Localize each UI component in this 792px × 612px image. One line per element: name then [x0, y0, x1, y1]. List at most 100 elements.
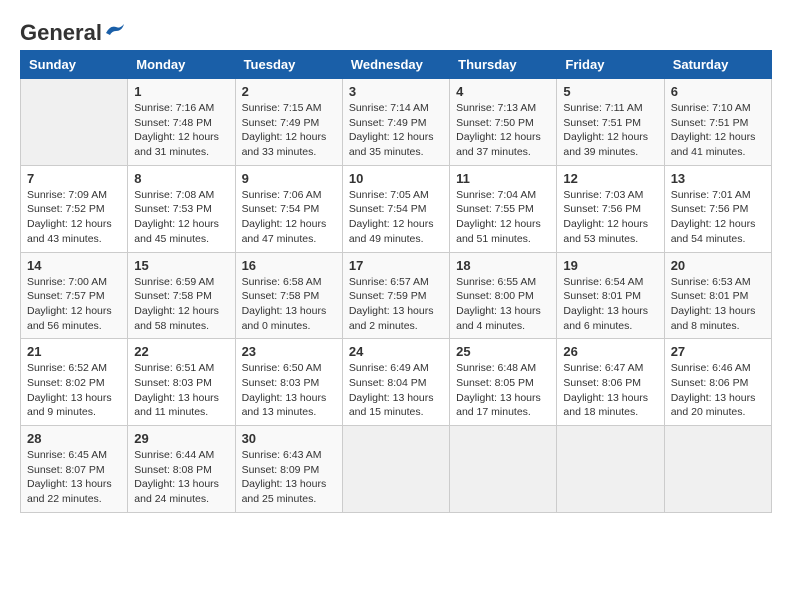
day-number: 17	[349, 258, 443, 273]
day-number: 22	[134, 344, 228, 359]
day-info: Sunrise: 7:05 AM Sunset: 7:54 PM Dayligh…	[349, 188, 443, 247]
calendar-cell: 9 Sunrise: 7:06 AM Sunset: 7:54 PM Daylig…	[235, 165, 342, 252]
day-info: Sunrise: 6:51 AM Sunset: 8:03 PM Dayligh…	[134, 361, 228, 420]
calendar-cell: 1 Sunrise: 7:16 AM Sunset: 7:48 PM Daylig…	[128, 79, 235, 166]
day-number: 4	[456, 84, 550, 99]
day-number: 29	[134, 431, 228, 446]
day-info: Sunrise: 7:03 AM Sunset: 7:56 PM Dayligh…	[563, 188, 657, 247]
day-info: Sunrise: 6:49 AM Sunset: 8:04 PM Dayligh…	[349, 361, 443, 420]
calendar-cell: 7 Sunrise: 7:09 AM Sunset: 7:52 PM Daylig…	[21, 165, 128, 252]
weekday-header-monday: Monday	[128, 51, 235, 79]
day-number: 8	[134, 171, 228, 186]
calendar-cell: 5Sunrise: 7:11 AM Sunset: 7:51 PM Daylig…	[557, 79, 664, 166]
calendar-cell: 11 Sunrise: 7:04 AM Sunset: 7:55 PM Dayli…	[450, 165, 557, 252]
calendar-cell: 20 Sunrise: 6:53 AM Sunset: 8:01 PM Dayli…	[664, 252, 771, 339]
day-info: Sunrise: 6:53 AM Sunset: 8:01 PM Dayligh…	[671, 275, 765, 334]
calendar-week-row: 1 Sunrise: 7:16 AM Sunset: 7:48 PM Daylig…	[21, 79, 772, 166]
day-number: 21	[27, 344, 121, 359]
day-info: Sunrise: 6:50 AM Sunset: 8:03 PM Dayligh…	[242, 361, 336, 420]
calendar-cell: 17 Sunrise: 6:57 AM Sunset: 7:59 PM Dayli…	[342, 252, 449, 339]
day-info: Sunrise: 6:46 AM Sunset: 8:06 PM Dayligh…	[671, 361, 765, 420]
day-info: Sunrise: 6:45 AM Sunset: 8:07 PM Dayligh…	[27, 448, 121, 507]
calendar-cell: 18Sunrise: 6:55 AM Sunset: 8:00 PM Dayli…	[450, 252, 557, 339]
day-number: 26	[563, 344, 657, 359]
day-info: Sunrise: 7:15 AM Sunset: 7:49 PM Dayligh…	[242, 101, 336, 160]
day-info: Sunrise: 7:14 AM Sunset: 7:49 PM Dayligh…	[349, 101, 443, 160]
calendar-cell: 26 Sunrise: 6:47 AM Sunset: 8:06 PM Dayli…	[557, 339, 664, 426]
day-info: Sunrise: 7:04 AM Sunset: 7:55 PM Dayligh…	[456, 188, 550, 247]
calendar-cell: 16 Sunrise: 6:58 AM Sunset: 7:58 PM Dayli…	[235, 252, 342, 339]
day-number: 3	[349, 84, 443, 99]
calendar-cell: 24 Sunrise: 6:49 AM Sunset: 8:04 PM Dayli…	[342, 339, 449, 426]
day-number: 14	[27, 258, 121, 273]
day-number: 2	[242, 84, 336, 99]
weekday-header-wednesday: Wednesday	[342, 51, 449, 79]
calendar-cell: 19Sunrise: 6:54 AM Sunset: 8:01 PM Dayli…	[557, 252, 664, 339]
day-info: Sunrise: 7:11 AM Sunset: 7:51 PM Dayligh…	[563, 101, 657, 160]
calendar-cell: 13 Sunrise: 7:01 AM Sunset: 7:56 PM Dayli…	[664, 165, 771, 252]
calendar-cell: 28Sunrise: 6:45 AM Sunset: 8:07 PM Dayli…	[21, 426, 128, 513]
day-number: 30	[242, 431, 336, 446]
day-info: Sunrise: 6:43 AM Sunset: 8:09 PM Dayligh…	[242, 448, 336, 507]
day-info: Sunrise: 6:48 AM Sunset: 8:05 PM Dayligh…	[456, 361, 550, 420]
calendar-cell: 22 Sunrise: 6:51 AM Sunset: 8:03 PM Dayli…	[128, 339, 235, 426]
day-number: 11	[456, 171, 550, 186]
day-info: Sunrise: 6:55 AM Sunset: 8:00 PM Dayligh…	[456, 275, 550, 334]
day-number: 16	[242, 258, 336, 273]
calendar-cell: 27Sunrise: 6:46 AM Sunset: 8:06 PM Dayli…	[664, 339, 771, 426]
day-info: Sunrise: 7:10 AM Sunset: 7:51 PM Dayligh…	[671, 101, 765, 160]
weekday-header-thursday: Thursday	[450, 51, 557, 79]
day-number: 6	[671, 84, 765, 99]
day-info: Sunrise: 7:16 AM Sunset: 7:48 PM Dayligh…	[134, 101, 228, 160]
day-info: Sunrise: 7:06 AM Sunset: 7:54 PM Dayligh…	[242, 188, 336, 247]
weekday-header-sunday: Sunday	[21, 51, 128, 79]
calendar-week-row: 21Sunrise: 6:52 AM Sunset: 8:02 PM Dayli…	[21, 339, 772, 426]
calendar-cell: 15Sunrise: 6:59 AM Sunset: 7:58 PM Dayli…	[128, 252, 235, 339]
calendar-cell: 23Sunrise: 6:50 AM Sunset: 8:03 PM Dayli…	[235, 339, 342, 426]
day-number: 25	[456, 344, 550, 359]
calendar-cell: 2 Sunrise: 7:15 AM Sunset: 7:49 PM Daylig…	[235, 79, 342, 166]
calendar-week-row: 14 Sunrise: 7:00 AM Sunset: 7:57 PM Dayli…	[21, 252, 772, 339]
day-info: Sunrise: 6:58 AM Sunset: 7:58 PM Dayligh…	[242, 275, 336, 334]
calendar-cell	[342, 426, 449, 513]
day-info: Sunrise: 6:59 AM Sunset: 7:58 PM Dayligh…	[134, 275, 228, 334]
logo-general: General	[20, 20, 102, 46]
day-info: Sunrise: 7:13 AM Sunset: 7:50 PM Dayligh…	[456, 101, 550, 160]
calendar-cell: 10 Sunrise: 7:05 AM Sunset: 7:54 PM Dayli…	[342, 165, 449, 252]
calendar-cell: 30 Sunrise: 6:43 AM Sunset: 8:09 PM Dayli…	[235, 426, 342, 513]
calendar-cell: 29 Sunrise: 6:44 AM Sunset: 8:08 PM Dayli…	[128, 426, 235, 513]
day-number: 13	[671, 171, 765, 186]
calendar-cell	[557, 426, 664, 513]
calendar-cell	[664, 426, 771, 513]
day-info: Sunrise: 6:47 AM Sunset: 8:06 PM Dayligh…	[563, 361, 657, 420]
day-number: 7	[27, 171, 121, 186]
day-info: Sunrise: 6:44 AM Sunset: 8:08 PM Dayligh…	[134, 448, 228, 507]
logo-bird-icon	[104, 23, 126, 39]
page-header: General	[20, 20, 772, 40]
day-number: 19	[563, 258, 657, 273]
logo: General	[20, 20, 126, 40]
day-number: 20	[671, 258, 765, 273]
day-number: 24	[349, 344, 443, 359]
calendar-cell: 8 Sunrise: 7:08 AM Sunset: 7:53 PM Daylig…	[128, 165, 235, 252]
day-info: Sunrise: 7:09 AM Sunset: 7:52 PM Dayligh…	[27, 188, 121, 247]
day-info: Sunrise: 7:00 AM Sunset: 7:57 PM Dayligh…	[27, 275, 121, 334]
day-info: Sunrise: 7:01 AM Sunset: 7:56 PM Dayligh…	[671, 188, 765, 247]
calendar-cell: 6 Sunrise: 7:10 AM Sunset: 7:51 PM Daylig…	[664, 79, 771, 166]
calendar-cell	[450, 426, 557, 513]
calendar-cell: 12 Sunrise: 7:03 AM Sunset: 7:56 PM Dayli…	[557, 165, 664, 252]
calendar-cell: 14 Sunrise: 7:00 AM Sunset: 7:57 PM Dayli…	[21, 252, 128, 339]
day-info: Sunrise: 6:57 AM Sunset: 7:59 PM Dayligh…	[349, 275, 443, 334]
day-number: 12	[563, 171, 657, 186]
calendar-cell	[21, 79, 128, 166]
calendar-cell: 21Sunrise: 6:52 AM Sunset: 8:02 PM Dayli…	[21, 339, 128, 426]
calendar-week-row: 7 Sunrise: 7:09 AM Sunset: 7:52 PM Daylig…	[21, 165, 772, 252]
day-number: 1	[134, 84, 228, 99]
calendar-header-row: SundayMondayTuesdayWednesdayThursdayFrid…	[21, 51, 772, 79]
day-number: 9	[242, 171, 336, 186]
day-info: Sunrise: 7:08 AM Sunset: 7:53 PM Dayligh…	[134, 188, 228, 247]
calendar-cell: 25 Sunrise: 6:48 AM Sunset: 8:05 PM Dayli…	[450, 339, 557, 426]
day-number: 10	[349, 171, 443, 186]
calendar-cell: 3 Sunrise: 7:14 AM Sunset: 7:49 PM Daylig…	[342, 79, 449, 166]
calendar-table: SundayMondayTuesdayWednesdayThursdayFrid…	[20, 50, 772, 513]
